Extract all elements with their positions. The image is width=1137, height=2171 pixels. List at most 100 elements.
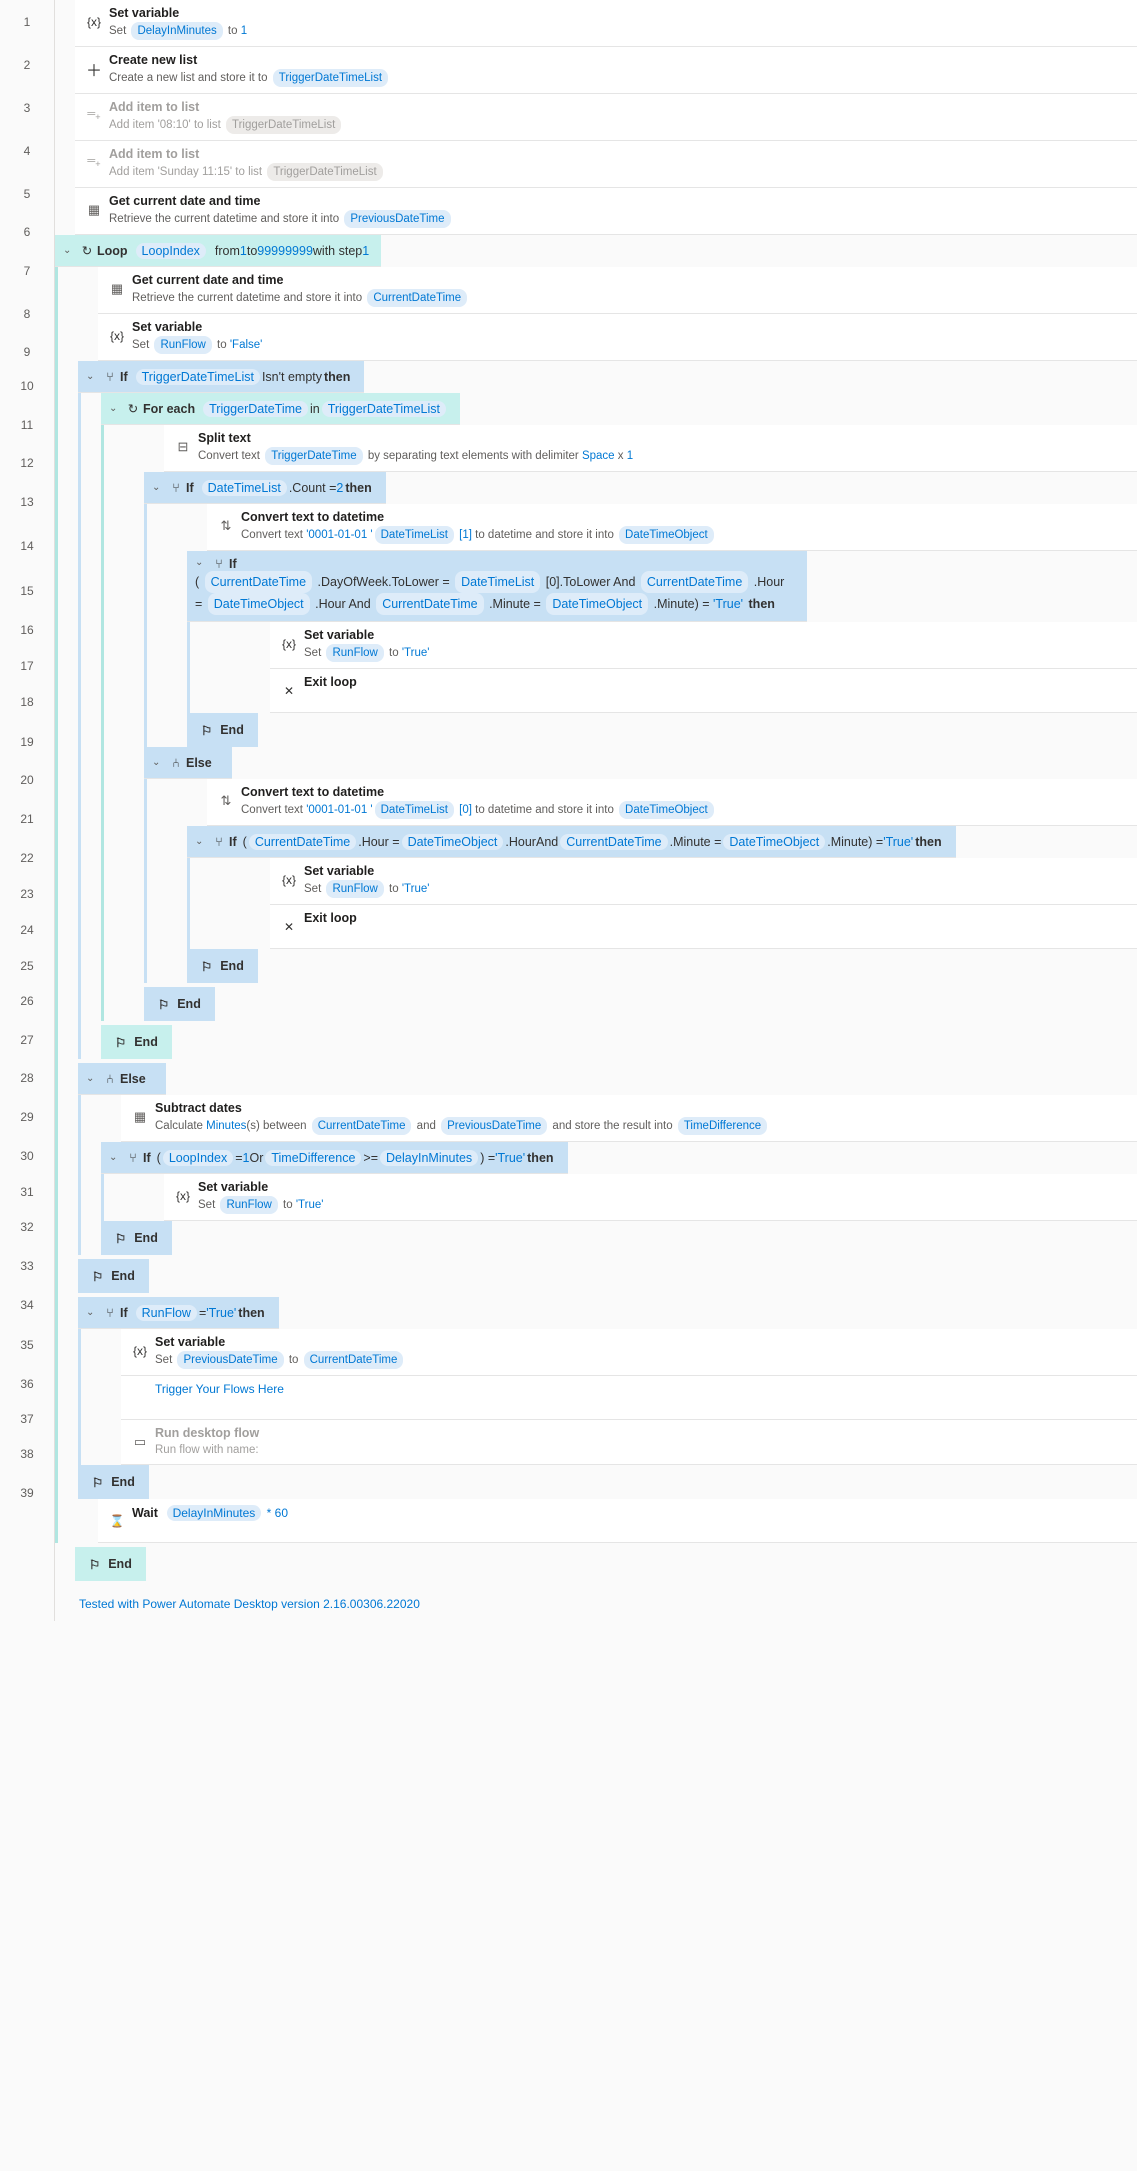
line-num: 13 — [0, 480, 54, 523]
step-exit-loop[interactable]: ✕ Exit loop — [270, 905, 1137, 949]
end-block[interactable]: ⚐End — [187, 949, 258, 983]
line-num: 6 — [0, 215, 54, 249]
step-title: Create new list — [109, 53, 1129, 67]
add-item-icon: ═+ — [87, 155, 100, 169]
chevron-down-icon: ⌄ — [152, 482, 166, 493]
step-desc: Set DelayInMinutes to 1 — [109, 22, 1129, 40]
step-convert-text[interactable]: ⇅ Convert text to datetime Convert text … — [207, 779, 1137, 826]
step-wait[interactable]: ⌛ Wait DelayInMinutes * 60 — [98, 1499, 1137, 1543]
branch-icon: ⑂ — [166, 481, 186, 495]
step-title: Add item to list — [109, 147, 1129, 161]
step-desc: Convert text '0001-01-01 'DateTimeList [… — [241, 526, 1129, 544]
if-header[interactable]: ⌄ ⑂ If ( CurrentDateTime .DayOfWeek.ToLo… — [187, 551, 807, 622]
else-header[interactable]: ⌄ ⑃ Else — [78, 1063, 166, 1095]
step-desc: Convert text '0001-01-01 'DateTimeList [… — [241, 801, 1129, 819]
loop-icon: ↻ — [123, 401, 143, 416]
footer-note: Tested with Power Automate Desktop versi… — [55, 1581, 1137, 1621]
if-header[interactable]: ⌄ ⑂ If DateTimeList .Count = 2 then — [144, 472, 386, 504]
flag-icon: ⚐ — [158, 997, 169, 1012]
loop-icon: ↻ — [77, 243, 97, 258]
step-set-variable[interactable]: {x} Set variable Set PreviousDateTime to… — [121, 1329, 1137, 1376]
line-num: 15 — [0, 569, 54, 612]
step-desc: Calculate Minutes(s) between CurrentDate… — [155, 1117, 1129, 1135]
step-split-text[interactable]: ⊟ Split text Convert text TriggerDateTim… — [164, 425, 1137, 472]
step-desc: Convert text TriggerDateTime by separati… — [198, 447, 1129, 465]
line-num: 28 — [0, 1061, 54, 1095]
line-num: 12 — [0, 446, 54, 480]
step-convert-text[interactable]: ⇅ Convert text to datetime Convert text … — [207, 504, 1137, 551]
step-desc: Retrieve the current datetime and store … — [109, 210, 1129, 228]
branch-icon: ⑂ — [209, 835, 229, 849]
step-title: Set variable — [132, 320, 1129, 334]
step-exit-loop[interactable]: ✕ Exit loop — [270, 669, 1137, 713]
loop-header[interactable]: ⌄ ↻ Loop LoopIndex from 1 to 99999999 wi… — [55, 235, 381, 267]
step-title: Set variable — [155, 1335, 1129, 1349]
plus-icon: ＋ — [86, 57, 102, 81]
end-block[interactable]: ⚐End — [101, 1221, 172, 1255]
flag-icon: ⚐ — [92, 1475, 103, 1490]
step-comment[interactable]: Trigger Your Flows Here — [121, 1376, 1137, 1420]
convert-icon: ⇅ — [221, 793, 232, 809]
foreach-header[interactable]: ⌄ ↻ For each TriggerDateTime in TriggerD… — [101, 393, 460, 425]
end-block[interactable]: ⚐End — [101, 1025, 172, 1059]
end-block[interactable]: ⚐End — [187, 713, 258, 747]
comment-text: Trigger Your Flows Here — [155, 1382, 1129, 1396]
step-title: Run desktop flow — [155, 1426, 1129, 1440]
step-create-list[interactable]: ＋ Create new list Create a new list and … — [75, 47, 1137, 94]
line-num: 2 — [0, 43, 54, 86]
chevron-down-icon: ⌄ — [86, 1073, 100, 1084]
else-header[interactable]: ⌄ ⑃ Else — [144, 747, 232, 779]
line-num: 16 — [0, 612, 54, 648]
line-num: 31 — [0, 1174, 54, 1210]
step-add-item-disabled[interactable]: ═+ Add item to list Add item '08:10' to … — [75, 94, 1137, 141]
line-number-gutter: 1 2 3 4 5 6 7 8 9 10 11 12 13 14 15 16 1… — [0, 0, 55, 1621]
if-header[interactable]: ⌄ ⑂ If ( CurrentDateTime .Hour = DateTim… — [187, 826, 956, 858]
line-num: 39 — [0, 1472, 54, 1514]
step-get-datetime[interactable]: ▦ Get current date and time Retrieve the… — [98, 267, 1137, 314]
if-header[interactable]: ⌄ ⑂ If TriggerDateTimeList Isn't empty t… — [78, 361, 364, 393]
step-subtract-dates[interactable]: ▦ Subtract dates Calculate Minutes(s) be… — [121, 1095, 1137, 1142]
step-add-item-disabled[interactable]: ═+ Add item to list Add item 'Sunday 11:… — [75, 141, 1137, 188]
step-run-flow-disabled[interactable]: ▭ Run desktop flow Run flow with name: — [121, 1420, 1137, 1465]
step-desc: Set PreviousDateTime to CurrentDateTime — [155, 1351, 1129, 1369]
step-set-variable[interactable]: {x} Set variable Set RunFlow to 'True' — [270, 622, 1137, 669]
step-set-variable[interactable]: {x} Set variable Set RunFlow to 'True' — [270, 858, 1137, 905]
step-title: Set variable — [304, 864, 1129, 878]
if-header[interactable]: ⌄ ⑂ If RunFlow = 'True' then — [78, 1297, 279, 1329]
line-num: 38 — [0, 1436, 54, 1472]
calendar-icon: ▦ — [88, 202, 100, 218]
chevron-down-icon: ⌄ — [195, 836, 209, 847]
line-num: 21 — [0, 797, 54, 840]
variable-icon: {x} — [87, 15, 101, 29]
end-block[interactable]: ⚐End — [78, 1259, 149, 1293]
line-num: 35 — [0, 1323, 54, 1366]
step-set-variable[interactable]: {x} Set variable Set DelayInMinutes to 1 — [75, 0, 1137, 47]
line-num: 19 — [0, 720, 54, 763]
flow-canvas: {x} Set variable Set DelayInMinutes to 1… — [55, 0, 1137, 1621]
end-block[interactable]: ⚐End — [144, 987, 215, 1021]
variable-icon: {x} — [282, 873, 296, 887]
line-num: 10 — [0, 369, 54, 403]
step-desc: Set RunFlow to 'True' — [304, 644, 1129, 662]
step-get-datetime[interactable]: ▦ Get current date and time Retrieve the… — [75, 188, 1137, 235]
flow-icon: ▭ — [134, 1434, 146, 1450]
chevron-down-icon: ⌄ — [109, 403, 123, 414]
step-title: Set variable — [109, 6, 1129, 20]
line-num: 14 — [0, 523, 54, 569]
flag-icon: ⚐ — [201, 723, 212, 738]
end-block[interactable]: ⚐End — [75, 1547, 146, 1581]
flag-icon: ⚐ — [115, 1035, 126, 1050]
line-num: 34 — [0, 1287, 54, 1323]
step-set-variable[interactable]: {x} Set variable Set RunFlow to 'False' — [98, 314, 1137, 361]
step-title: Wait — [132, 1506, 158, 1520]
line-num: 5 — [0, 172, 54, 215]
line-num: 25 — [0, 948, 54, 984]
variable-icon: {x} — [282, 637, 296, 651]
step-set-variable[interactable]: {x} Set variable Set RunFlow to 'True' — [164, 1174, 1137, 1221]
line-num: 23 — [0, 876, 54, 912]
if-header[interactable]: ⌄ ⑂ If ( LoopIndex = 1 Or TimeDifference… — [101, 1142, 568, 1174]
end-block[interactable]: ⚐End — [78, 1465, 149, 1499]
step-title: Get current date and time — [109, 194, 1129, 208]
branch-icon: ⑂ — [100, 1306, 120, 1320]
calendar-icon: ▦ — [134, 1109, 146, 1125]
